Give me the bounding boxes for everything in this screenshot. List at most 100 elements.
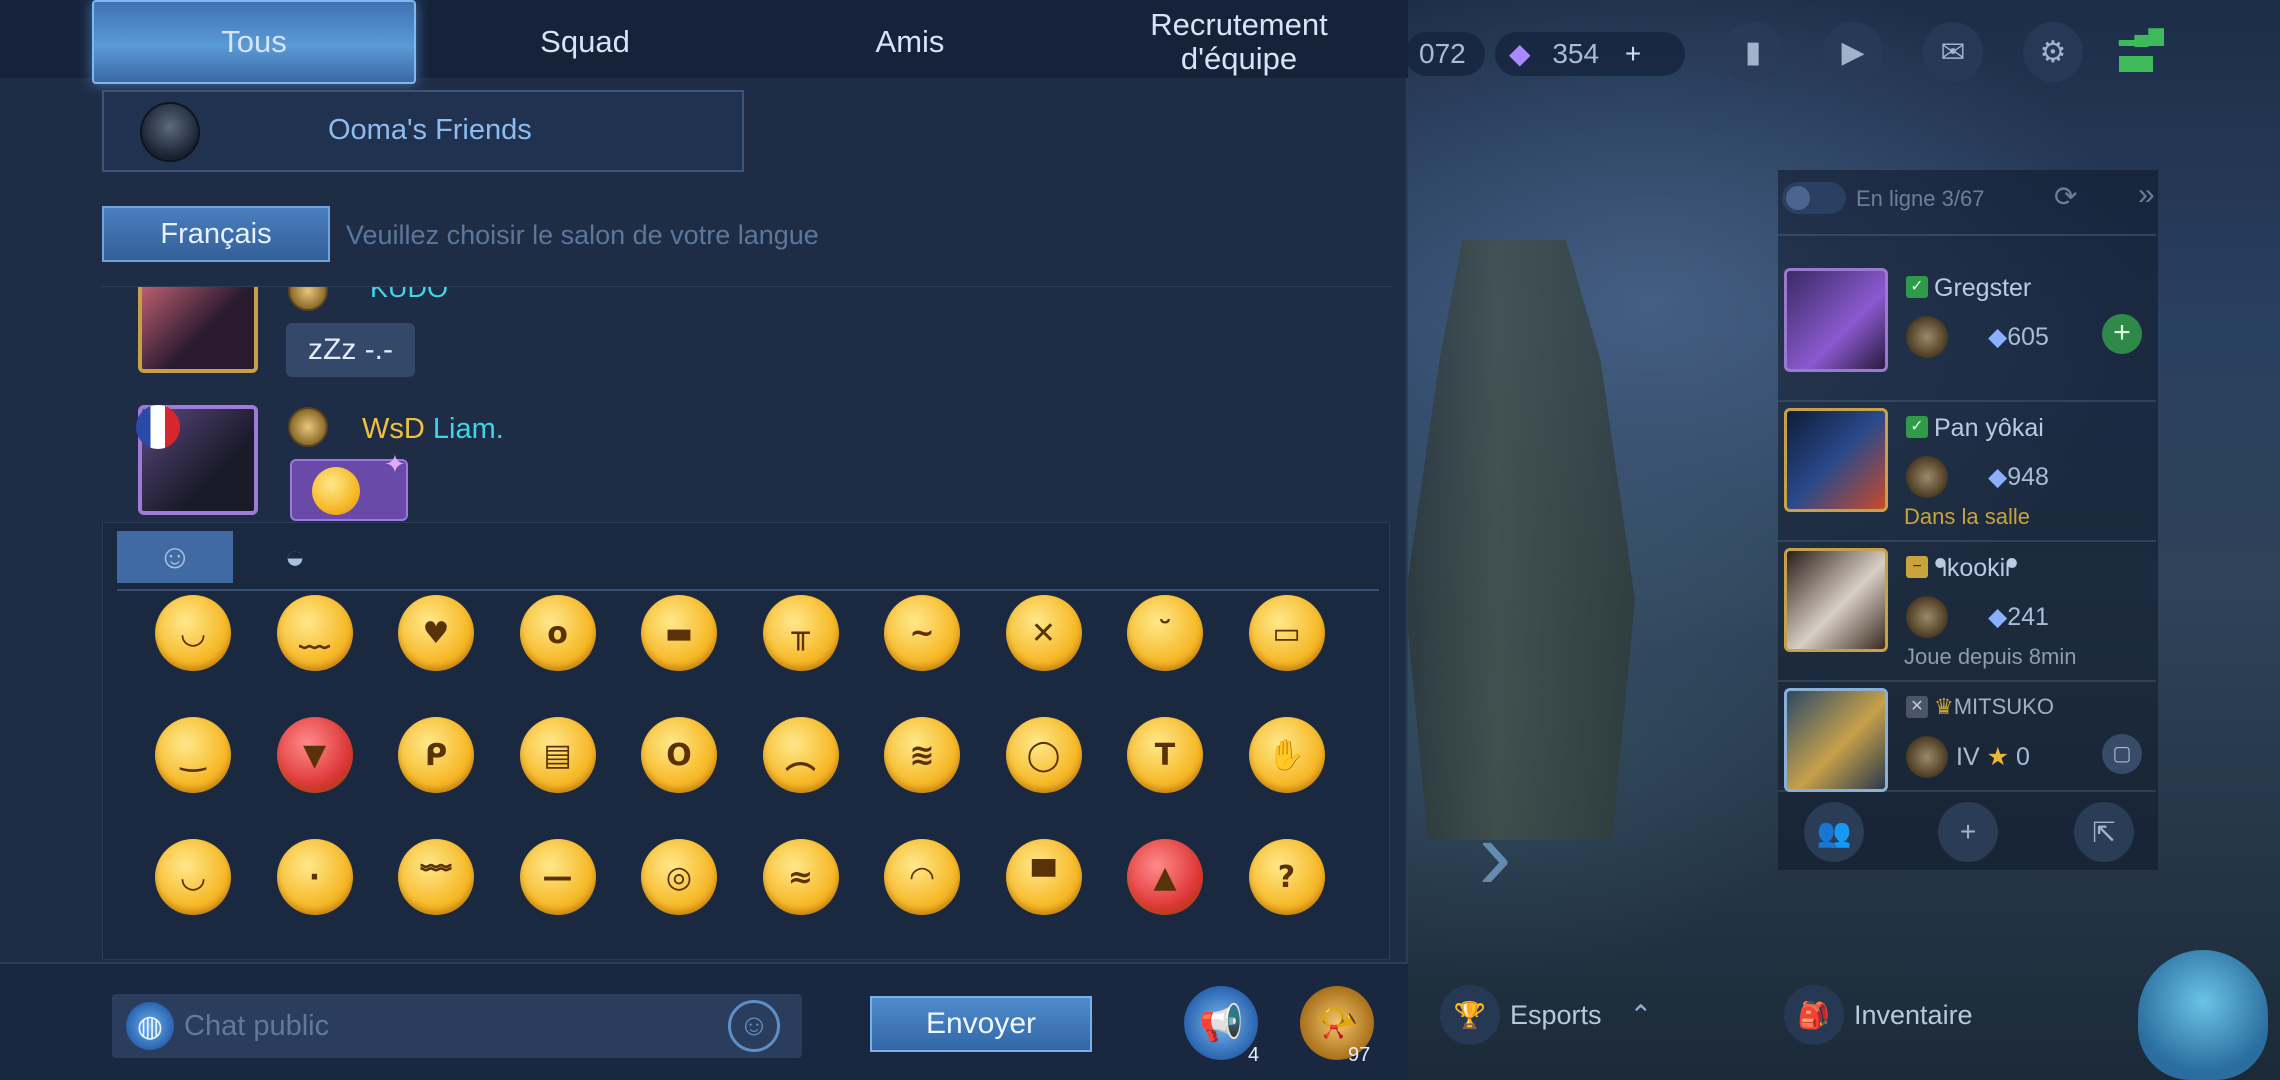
emoji-toggle-icon[interactable]: ☺ bbox=[728, 1000, 780, 1052]
avatar[interactable] bbox=[138, 287, 258, 373]
grinning-emoji-icon[interactable]: ◠ bbox=[884, 839, 960, 915]
frustrated-emoji-icon[interactable]: ﹌ bbox=[398, 839, 474, 915]
sweating-emoji-icon[interactable]: ≈ bbox=[762, 839, 839, 915]
distraught-emoji-icon[interactable]: ◎ bbox=[641, 839, 717, 915]
emoji-face: ? bbox=[1277, 859, 1296, 895]
annoyed-emoji-icon[interactable]: ﹏ bbox=[276, 595, 353, 671]
shocked-emoji-icon[interactable]: O bbox=[641, 717, 717, 793]
tab-tous[interactable]: Tous bbox=[92, 0, 416, 84]
emoji-face: O bbox=[666, 737, 692, 773]
emoji-face: ≋ bbox=[909, 737, 935, 773]
blushing-emoji-icon[interactable]: ~ bbox=[884, 595, 960, 671]
angry-emoji-icon[interactable]: ▼ bbox=[276, 717, 353, 793]
grin-emoji-icon[interactable]: ▤ bbox=[519, 717, 596, 793]
busy-status-icon: − bbox=[1906, 556, 1928, 578]
chat-panel: Tous Squad Amis Recrutement d'équipe Oom… bbox=[0, 0, 1408, 1080]
france-flag-icon bbox=[136, 405, 180, 449]
replay-icon[interactable]: ▶ bbox=[1823, 22, 1883, 82]
rank-badge-icon bbox=[1906, 456, 1948, 498]
emoji-face: ˘ bbox=[1157, 615, 1173, 651]
emoji-face: ᑭ bbox=[424, 737, 448, 773]
language-hint: Veuillez choisir le salon de votre langu… bbox=[346, 220, 819, 250]
sobbing-emoji-icon[interactable]: T bbox=[1127, 717, 1203, 793]
heart-eyes-emoji-icon[interactable]: ♥ bbox=[398, 595, 474, 671]
emoji-face: ︵ bbox=[785, 741, 816, 776]
rank-badge-icon bbox=[1906, 596, 1948, 638]
tab-amis[interactable]: Amis bbox=[750, 0, 1070, 84]
esports-nav[interactable]: 🏆 Esports ⌃ bbox=[1440, 985, 1652, 1045]
globe-icon[interactable]: ◍ bbox=[126, 1002, 174, 1050]
send-button[interactable]: Envoyer bbox=[870, 996, 1092, 1052]
rank-badge-icon bbox=[1906, 736, 1948, 778]
mouth-taped-emoji-icon[interactable]: ✕ bbox=[1005, 595, 1082, 671]
battery-icon bbox=[2119, 56, 2153, 72]
sleepy-emoji-icon[interactable]: ˘ bbox=[1127, 595, 1203, 671]
tab-squad[interactable]: Squad bbox=[420, 0, 750, 84]
yawning-emoji-icon[interactable]: ◯ bbox=[1005, 717, 1082, 793]
next-arrow-icon[interactable]: › bbox=[1455, 800, 1535, 910]
chevron-up-icon: ⌃ bbox=[1629, 999, 1653, 1030]
friend-name: Pan yôkai bbox=[1934, 414, 2044, 442]
online-toggle[interactable] bbox=[1782, 182, 1846, 214]
chat-input[interactable] bbox=[112, 994, 802, 1058]
smirk-emoji-icon[interactable]: ‿ bbox=[155, 717, 231, 793]
blue-horn-icon[interactable]: 📢 bbox=[1184, 986, 1258, 1060]
sticker-bubble: ✦ bbox=[290, 449, 408, 521]
wailing-emoji-icon[interactable]: ▭ bbox=[1248, 595, 1325, 671]
settings-gear-icon[interactable]: ⚙ bbox=[2023, 22, 2083, 82]
smiley-face-icon[interactable]: ☺ bbox=[117, 531, 233, 583]
sad-emoji-icon[interactable]: ︵ bbox=[762, 717, 839, 793]
emoji-face: ◠ bbox=[910, 859, 934, 895]
crying-emoji-icon[interactable]: ╥ bbox=[762, 595, 839, 671]
friend-row[interactable]: ✓ Gregster ◆605 + bbox=[1778, 262, 2156, 402]
confused-emoji-icon[interactable]: ? bbox=[1248, 839, 1325, 915]
stats-icon[interactable]: ▮ bbox=[1723, 22, 1783, 82]
tearful-emoji-icon[interactable]: o bbox=[519, 595, 596, 671]
tongue-wink-emoji-icon[interactable]: ᑭ bbox=[398, 717, 474, 793]
flustered-emoji-icon[interactable]: ≋ bbox=[884, 717, 960, 793]
emoji-face: ▤ bbox=[543, 737, 572, 773]
chat-tabs: Tous Squad Amis Recrutement d'équipe bbox=[0, 0, 1408, 84]
chat-input-bar: ◍ ☺ Envoyer 📢 4 📯 97 bbox=[0, 962, 1408, 1080]
emoji-picker: ☺ ◒ ◡ ﹏ ♥ o ▬ ╥ ~ ✕ ˘ ▭ ‿ ▼ ᑭ ▤ O ︵ ≋ ◯ T ✋ ◡ · ﹌ — ◎ ≈ ◠ ▀ ▲? bbox=[102, 522, 1390, 960]
friend-row[interactable]: ✕ ♛MITSUKO IV ★ 0 ▢ bbox=[1778, 682, 2156, 792]
invite-plus-icon[interactable]: + bbox=[2102, 314, 2142, 354]
refresh-icon[interactable]: ⟳ bbox=[2054, 180, 2077, 213]
inventory-label: Inventaire bbox=[1854, 999, 1973, 1030]
hand-over-mouth-emoji-icon[interactable]: ✋ bbox=[1248, 717, 1325, 793]
sunglasses-emoji-icon[interactable]: ▬ bbox=[641, 595, 717, 671]
mascot-character[interactable] bbox=[2138, 950, 2268, 1080]
top-status-bar: 072 ◆ 354 + ▮ ▶ ✉ ⚙ ▂▄▆ bbox=[1405, 22, 2205, 82]
social-share-icon[interactable]: ⇱ bbox=[2074, 802, 2134, 862]
tab-recrutement[interactable]: Recrutement d'équipe bbox=[1080, 0, 1398, 84]
expand-chevron-icon[interactable]: » bbox=[2138, 178, 2155, 212]
mail-icon[interactable]: ✉ bbox=[1923, 22, 1983, 82]
add-diamonds-icon[interactable]: + bbox=[1625, 38, 1641, 69]
friend-row[interactable]: − ᖳkookiᖰ ◆241 Joue depuis 8min bbox=[1778, 542, 2156, 682]
mask-icon[interactable]: ◒ bbox=[237, 531, 353, 583]
chat-bubble-icon[interactable]: ▢ bbox=[2102, 734, 2142, 774]
happy-emoji-icon[interactable]: ◡ bbox=[155, 839, 231, 915]
friend-row[interactable]: ✓ Pan yôkai ◆948 Dans la salle bbox=[1778, 402, 2156, 542]
channel-header[interactable]: Ooma's Friends bbox=[102, 90, 744, 172]
gem-icon: ◆ bbox=[1988, 463, 2008, 491]
friend-requests-icon[interactable]: 👥 bbox=[1804, 802, 1864, 862]
message-list[interactable]: KUDO zZz -.- WsD Liam. ✦ bbox=[102, 286, 1392, 526]
trophy-icon: ♛ bbox=[1934, 694, 1954, 719]
online-status-icon: ✓ bbox=[1906, 416, 1928, 438]
rank-badge-icon bbox=[1906, 316, 1948, 358]
avatar[interactable] bbox=[136, 405, 258, 515]
eye-roll-emoji-icon[interactable]: · bbox=[276, 839, 353, 915]
headband-angry-emoji-icon[interactable]: ▀ bbox=[1005, 839, 1082, 915]
avatar bbox=[140, 102, 200, 162]
emoji-face: ≈ bbox=[787, 859, 814, 895]
unamused-emoji-icon[interactable]: — bbox=[519, 839, 596, 915]
add-friend-icon[interactable]: + bbox=[1938, 802, 1998, 862]
furious-emoji-icon[interactable]: ▲ bbox=[1127, 839, 1203, 915]
friend-status-text: Joue depuis 8min bbox=[1904, 644, 2077, 669]
smile-emoji-icon[interactable]: ◡ bbox=[155, 595, 231, 671]
language-select-button[interactable]: Français bbox=[102, 206, 330, 262]
emoji-face: ▬ bbox=[664, 615, 694, 651]
inventory-nav[interactable]: 🎒 Inventaire bbox=[1784, 985, 1973, 1045]
friends-list-panel: En ligne 3/67 ⟳ » ✓ Gregster ◆605 + ✓ Pa… bbox=[1778, 170, 2158, 870]
